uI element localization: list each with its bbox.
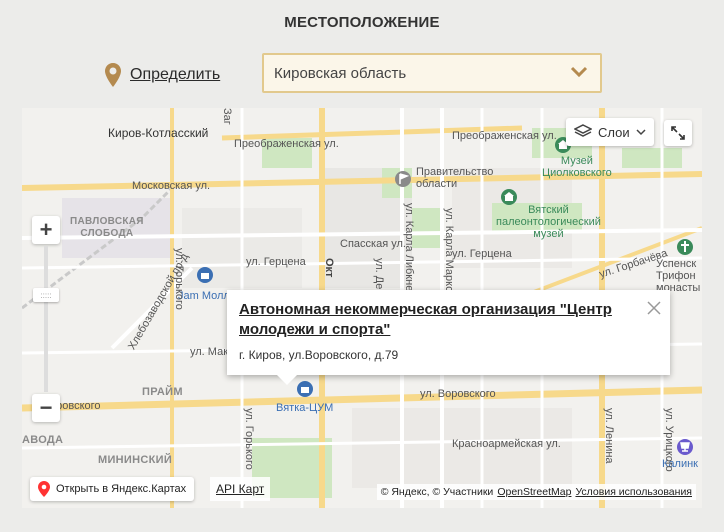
open-in-yandex-maps-button[interactable]: Открыть в Яндекс.Картах (30, 477, 195, 501)
layers-label: Слои (598, 124, 630, 140)
map-label-karla-marksa: ул. Карла Маркса (443, 208, 455, 298)
locate-link[interactable]: Определить (130, 66, 220, 84)
map-label-kirov-kotlassky: Киров-Котласский (108, 126, 209, 140)
region-select[interactable]: Кировская область (262, 53, 602, 93)
map-balloon: Автономная некоммерческая организация "Ц… (227, 290, 670, 385)
map-label-krasnoarmeyskaya: Красноармейская ул. (452, 438, 561, 450)
map-label-lenina: ул. Ленина (603, 408, 615, 464)
map[interactable]: Киров-Котласский Преображенская ул. Прео… (22, 108, 702, 508)
flag-icon[interactable] (394, 170, 412, 188)
map-label-vorovskogo: ул. Воровского (420, 388, 496, 400)
api-maps-link[interactable]: API Карт (210, 477, 271, 501)
osm-link[interactable]: OpenStreetMap (497, 486, 571, 498)
location-pin-icon (105, 63, 121, 87)
balloon-address: г. Киров, ул.Воровского, д.79 (239, 348, 399, 362)
map-label-praim: ПРАЙМ (142, 386, 183, 398)
map-label-uspensky: Успенск Трифон монасты (656, 258, 701, 294)
map-label-preobrazhenskaya-2: Преображенская ул. (452, 130, 557, 142)
close-icon[interactable] (646, 300, 662, 316)
zoom-slider-track[interactable] (44, 246, 48, 392)
shopping-bag-icon[interactable] (196, 266, 214, 284)
region-select-value: Кировская область (274, 64, 407, 82)
map-label-oktyabrsky: Окт (323, 258, 335, 278)
shopping-bag-icon[interactable] (296, 380, 314, 398)
balloon-title-link[interactable]: Автономная некоммерческая организация "Ц… (239, 300, 639, 340)
map-label-gorkogo: ул. Горького (243, 408, 255, 470)
map-label-gertsena-2: ул. Герцена (452, 248, 512, 260)
expand-icon (671, 126, 685, 140)
map-label-spasskaya: Спасская ул. (340, 238, 406, 250)
map-label-government: Правительство области (416, 166, 494, 190)
open-in-yandex-maps-label: Открыть в Яндекс.Картах (56, 483, 187, 495)
map-pin-icon (38, 481, 50, 497)
map-label-gertsena: ул. Герцена (246, 256, 306, 268)
zoom-out-button[interactable]: − (32, 394, 60, 422)
map-label-paleo-museum: Вятский палеонтологический музей (496, 204, 601, 240)
map-label-moskovskaya: Московская ул. (132, 180, 211, 192)
map-label-museum-tsiolkovsky: Музей Циолковского (542, 155, 612, 179)
map-label-gorkogo-2: ул. Горького (173, 248, 185, 310)
map-label-mak: ул. Мак (190, 346, 229, 358)
map-label-zag: Заг (221, 108, 233, 125)
map-label-uritskogo: ул. Урицкого (663, 408, 675, 472)
chevron-down-icon (570, 66, 588, 78)
map-label-pavlovskaya: ПАВЛОВСКАЯ СЛОБОДА (70, 216, 144, 239)
section-title: МЕСТОПОЛОЖЕНИЕ (284, 14, 440, 31)
zoom-slider-handle[interactable]: ::::: (33, 288, 59, 302)
chevron-down-icon (636, 129, 646, 136)
copyright-text: © Яндекс, © Участники (380, 486, 494, 498)
zoom-in-button[interactable]: + (32, 216, 60, 244)
map-copyright: © Яндекс, © Участники OpenStreetMap Усло… (376, 484, 696, 500)
layers-icon (574, 124, 592, 137)
map-label-avoda: АВОДА (22, 434, 64, 446)
trophy-icon[interactable] (676, 438, 694, 456)
map-label-preobrazhenskaya: Преображенская ул. (234, 138, 339, 150)
map-label-jam-mall: Jam Молл (178, 290, 230, 302)
locate-control[interactable]: Определить (104, 62, 220, 88)
terms-link[interactable]: Условия использования (575, 486, 692, 498)
museum-icon[interactable] (500, 188, 518, 206)
layers-button[interactable]: Слои (566, 118, 654, 146)
map-label-vyatka-tsum: Вятка-ЦУМ (276, 402, 334, 414)
balloon-tail (277, 375, 297, 385)
map-label-mininsky: МИНИНСКИЙ (98, 454, 173, 466)
church-icon[interactable] (676, 238, 694, 256)
fullscreen-button[interactable] (664, 120, 692, 146)
minus-icon: − (39, 395, 53, 420)
plus-icon: + (39, 217, 53, 242)
